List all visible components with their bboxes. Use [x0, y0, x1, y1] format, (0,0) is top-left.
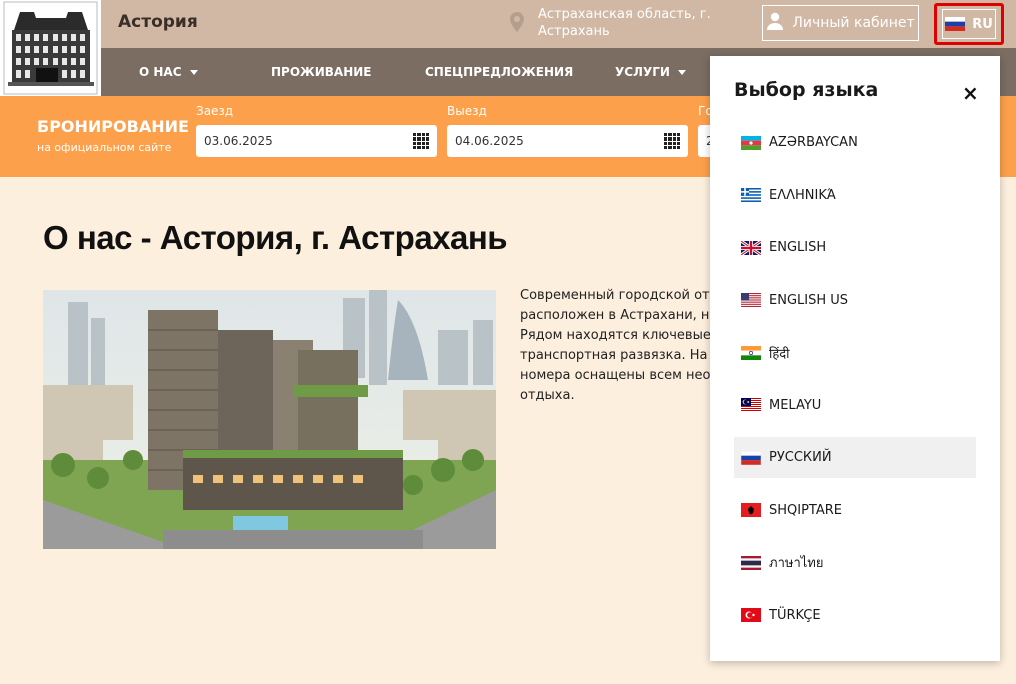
my-flag-icon: [741, 398, 761, 412]
language-option-az[interactable]: AZƏRBAYCAN: [734, 122, 976, 163]
tr-flag-icon: [741, 608, 761, 622]
personal-account-button[interactable]: Личный кабинет: [762, 5, 919, 41]
calendar-icon[interactable]: [664, 133, 680, 149]
checkin-label: Заезд: [196, 104, 234, 118]
nav-item-about[interactable]: О НАС: [139, 48, 198, 96]
nav-item-services[interactable]: УСЛУГИ: [615, 48, 686, 96]
language-option-hi[interactable]: हिंदी: [734, 332, 976, 373]
chevron-down-icon: [189, 69, 198, 75]
language-option-ru[interactable]: РУССКИЙ: [734, 437, 976, 478]
language-panel-title: Выбор языка: [734, 79, 879, 101]
checkin-date-input[interactable]: 03.06.2025: [196, 125, 437, 157]
gr-flag-icon: [741, 188, 761, 202]
location-text: Астраханская область, г. Астрахань: [538, 7, 711, 39]
language-option-en-us[interactable]: ENGLISH US: [734, 280, 976, 321]
language-button-inner: RU: [942, 9, 996, 39]
in-flag-icon: [741, 345, 761, 360]
ru-flag-icon: [945, 17, 966, 31]
hotel-building-icon: [0, 0, 101, 96]
user-icon: [766, 12, 792, 34]
hotel-photo: [43, 290, 496, 549]
nav-item-accommodation[interactable]: ПРОЖИВАНИЕ: [271, 48, 372, 96]
th-flag-icon: [741, 555, 761, 570]
about-text: Современный городской отел расположен в …: [520, 288, 710, 403]
hotel-name[interactable]: Астория: [118, 12, 198, 32]
checkout-label: Выезд: [447, 104, 487, 118]
language-option-sq[interactable]: SHQIPTARE: [734, 490, 976, 531]
language-option-th[interactable]: ภาษาไทย: [734, 542, 976, 583]
gb-flag-icon: [740, 239, 762, 256]
language-button[interactable]: RU: [934, 3, 1004, 45]
location-pin-icon: [510, 12, 524, 36]
top-bar: Астория Астраханская область, г. Астраха…: [0, 0, 1016, 48]
az-flag-icon: [741, 135, 761, 150]
page-title: О нас - Астория, г. Астрахань: [43, 219, 508, 256]
language-option-tr[interactable]: TÜRKÇE: [734, 595, 976, 636]
booking-subtitle: на официальном сайте: [37, 141, 172, 154]
language-list: AZƏRBAYCAN ΕΛΛΗΝΙΚΆ ENGLISH ENGLISH US ह…: [734, 122, 976, 647]
checkin-date-value: 03.06.2025: [204, 134, 273, 148]
chevron-down-icon: [677, 69, 686, 75]
checkout-date-value: 04.06.2025: [455, 134, 524, 148]
close-icon[interactable]: ×: [962, 81, 979, 105]
booking-title: БРОНИРОВАНИЕ: [37, 117, 189, 136]
calendar-icon[interactable]: [413, 133, 429, 149]
language-code: RU: [972, 16, 993, 32]
checkout-date-input[interactable]: 04.06.2025: [447, 125, 688, 157]
nav-item-special-offers[interactable]: СПЕЦПРЕДЛОЖЕНИЯ: [425, 48, 573, 96]
personal-account-label: Личный кабинет: [792, 15, 915, 31]
language-selector-panel: Выбор языка × AZƏRBAYCAN ΕΛΛΗΝΙΚΆ ENGLIS…: [710, 56, 1000, 661]
location: Астраханская область, г. Астрахань: [510, 6, 718, 40]
language-option-en[interactable]: ENGLISH: [734, 227, 976, 268]
hotel-logo[interactable]: [0, 0, 101, 96]
language-option-ms[interactable]: MELAYU: [734, 385, 976, 426]
us-flag-icon: [741, 293, 761, 307]
language-option-el[interactable]: ΕΛΛΗΝΙΚΆ: [734, 175, 976, 216]
ru-flag-icon: [740, 450, 762, 465]
al-flag-icon: [741, 503, 761, 517]
